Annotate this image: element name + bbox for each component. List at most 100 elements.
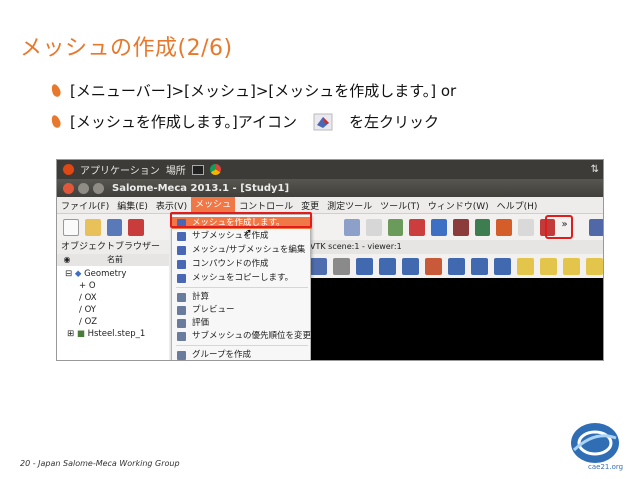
bullet-1-text: [メニューバー]>[メッシュ]>[メッシュを作成します。] or	[70, 82, 457, 100]
fit-all-icon[interactable]	[356, 257, 373, 275]
window-titlebar: Salome-Meca 2013.1 - [Study1]	[57, 179, 603, 197]
menu-mesh[interactable]: メッシュ	[191, 196, 236, 214]
menu-item-compute[interactable]: 計算	[172, 291, 312, 303]
tree-item-geometry[interactable]: ⊟ ◆ Geometry	[65, 268, 169, 280]
applications-menu[interactable]: アプリケーション	[80, 162, 160, 177]
highlight-menu-item-callout	[170, 212, 312, 228]
new-document-icon[interactable]	[63, 218, 79, 236]
close-document-icon[interactable]	[128, 218, 145, 236]
view-front-icon[interactable]	[517, 257, 534, 275]
object-tree: ⊟ ◆ Geometry + O ∕ OX ∕ OY ∕ OZ ⊞ ■ Hste…	[57, 266, 169, 340]
menu-file[interactable]: ファイル(F)	[57, 199, 113, 212]
window-title: Salome-Meca 2013.1 - [Study1]	[112, 182, 290, 194]
menu-item-submesh-priority[interactable]: サブメッシュの優先順位を変更	[172, 330, 312, 342]
visu-icon[interactable]	[409, 218, 426, 236]
create-mesh-icon	[313, 113, 333, 131]
menu-item-create-group[interactable]: グループを作成	[172, 349, 312, 360]
view-top-icon[interactable]	[563, 257, 580, 275]
bullet-2: [メッシュを作成します。]アイコン を左クリック	[50, 111, 439, 132]
yacs-icon[interactable]	[452, 218, 469, 236]
menu-view[interactable]: 表示(V)	[152, 199, 191, 212]
vtk-viewer[interactable]	[304, 278, 603, 360]
menu-item-evaluate[interactable]: 評価	[172, 317, 312, 329]
tree-item-ox[interactable]: ∕ OX	[65, 292, 169, 304]
create-mesh-toolbar-icon[interactable]	[589, 218, 603, 236]
close-window-button[interactable]	[63, 182, 74, 194]
geometry-icon: ◆	[74, 269, 82, 279]
zoom-icon[interactable]	[402, 257, 419, 275]
slide-title: メッシュの作成(2/6)	[20, 36, 233, 61]
menu-item-create-submesh[interactable]: サブメッシュを作成	[172, 230, 312, 242]
menu-separator	[176, 287, 308, 288]
homard-icon[interactable]	[517, 218, 534, 236]
view-back-icon[interactable]	[540, 257, 557, 275]
mesh-menu-dropdown: メッシュを作成します。 サブメッシュを作成 メッシュ/サブメッシュを編集 コンパ…	[171, 214, 312, 360]
menu-modify[interactable]: 変更	[297, 199, 323, 212]
module-mesh-icon[interactable]	[344, 218, 360, 236]
preview-icon	[177, 306, 186, 315]
fit-area-icon[interactable]	[379, 257, 396, 275]
bullet-2-text-after: を左クリック	[348, 113, 439, 131]
name-column-header: 名前	[107, 255, 123, 264]
menu-item-copy-mesh[interactable]: メッシュをコピーします。	[172, 272, 312, 284]
viewer-toolbar	[304, 254, 603, 278]
eficas-icon[interactable]	[496, 218, 512, 236]
paravis-icon[interactable]	[431, 218, 447, 236]
network-icon[interactable]: ⇅	[591, 164, 599, 175]
menu-edit[interactable]: 編集(E)	[113, 199, 152, 212]
highlight-toolbar-icon-callout	[545, 215, 573, 239]
bullet-2-text-before: [メッシュを作成します。]アイコン	[70, 113, 297, 131]
logo-text: cae21.org	[588, 463, 624, 471]
show-trihedron-icon[interactable]	[333, 257, 350, 275]
priority-icon	[177, 332, 186, 341]
menubar: ファイル(F) 編集(E) 表示(V) メッシュ コントロール 変更 測定ツール…	[57, 196, 603, 214]
tree-item-hsteel[interactable]: ⊞ ■ Hsteel.step_1	[65, 328, 169, 340]
terminal-icon[interactable]	[191, 164, 204, 175]
object-browser-columns: ◉ 名前	[57, 254, 169, 266]
rotate-icon[interactable]	[471, 257, 488, 275]
object-browser: オブジェクトブラウザー ◉ 名前 ⊟ ◆ Geometry + O ∕ OX ∕…	[57, 240, 169, 360]
global-pan-icon[interactable]	[448, 257, 465, 275]
tree-item-oz[interactable]: ∕ OZ	[65, 316, 169, 328]
ubuntu-logo-icon	[63, 164, 74, 175]
dump-view-icon[interactable]	[310, 257, 327, 275]
viewer-tab[interactable]: VTK scene:1 - viewer:1	[304, 240, 603, 254]
minimize-window-button[interactable]	[78, 182, 89, 194]
solid-icon: ■	[76, 329, 85, 339]
maximize-window-button[interactable]	[93, 182, 104, 194]
jobmanager-icon[interactable]	[474, 218, 491, 236]
tree-item-oy[interactable]: ∕ OY	[65, 304, 169, 316]
geometry-icon[interactable]	[365, 218, 382, 236]
compound-icon	[177, 260, 186, 269]
gear-icon	[177, 293, 186, 302]
menu-tools[interactable]: ツール(T)	[376, 199, 424, 212]
menu-item-preview[interactable]: プレビュー	[172, 304, 312, 316]
bullet-marker-icon	[50, 83, 62, 98]
places-menu[interactable]: 場所	[166, 162, 186, 177]
menu-control[interactable]: コントロール	[235, 199, 297, 212]
main-toolbar: »	[57, 214, 603, 240]
pan-icon[interactable]	[425, 257, 442, 275]
object-browser-header: オブジェクトブラウザー	[57, 240, 169, 254]
edit-mesh-icon	[177, 246, 186, 255]
tree-item-o[interactable]: + O	[65, 280, 169, 292]
menu-help[interactable]: ヘルプ(H)	[493, 199, 542, 212]
smesh-icon[interactable]	[387, 218, 404, 236]
open-folder-icon[interactable]	[84, 218, 101, 236]
view-bottom-icon[interactable]	[586, 257, 603, 275]
evaluate-icon	[177, 319, 186, 328]
menu-measure[interactable]: 測定ツール	[323, 199, 376, 212]
mouse-cursor-icon: ➚	[243, 226, 253, 239]
copy-mesh-icon	[177, 274, 186, 283]
menu-item-create-compound[interactable]: コンパウンドの作成	[172, 258, 312, 270]
create-submesh-icon	[177, 232, 186, 241]
ubuntu-top-panel: アプリケーション 場所 ⇅	[57, 160, 603, 179]
chrome-icon[interactable]	[209, 164, 221, 175]
bullet-marker-icon	[50, 114, 62, 129]
group-icon	[177, 351, 186, 360]
menu-window[interactable]: ウィンドウ(W)	[424, 199, 493, 212]
menu-item-edit-mesh[interactable]: メッシュ/サブメッシュを編集	[172, 244, 312, 256]
rotation-point-icon[interactable]	[494, 257, 511, 275]
save-icon[interactable]	[106, 218, 123, 236]
menu-separator	[176, 345, 308, 346]
